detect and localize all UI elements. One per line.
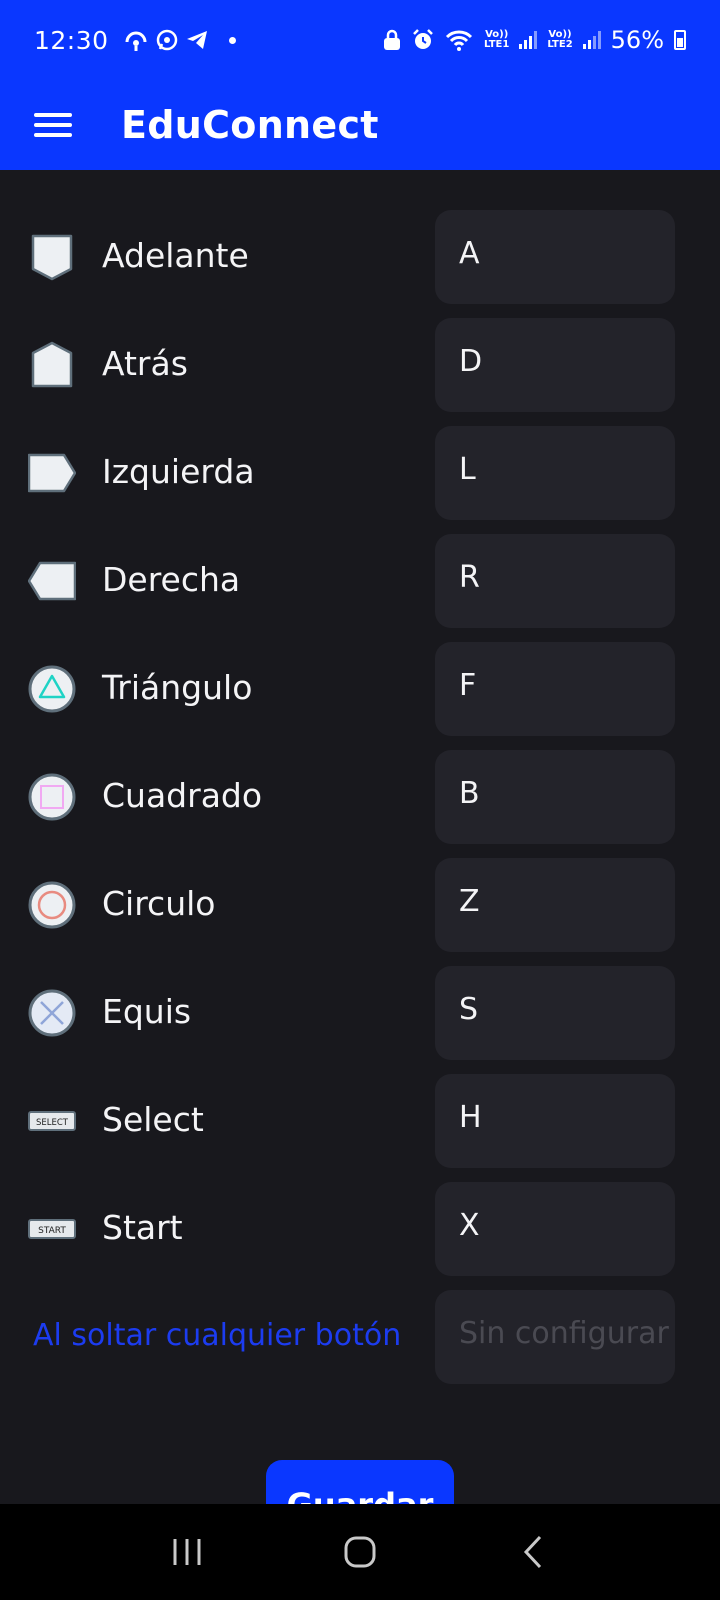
- mapping-row-derecha: Derecha R: [0, 534, 720, 628]
- back-icon[interactable]: [503, 1522, 563, 1582]
- release-label: Al soltar cualquier botón: [33, 1318, 402, 1353]
- select-button-icon: SELECT: [28, 1111, 76, 1131]
- signal-icon-2: [582, 31, 601, 49]
- alarm-icon: [413, 29, 433, 49]
- key-input-cuadrado[interactable]: B: [435, 750, 675, 844]
- mapping-row-cuadrado: Cuadrado B: [0, 750, 720, 844]
- signal-icon: [519, 31, 538, 49]
- dpad-down-icon: [31, 341, 73, 388]
- mapping-label: Izquierda: [102, 452, 255, 491]
- wifi-icon: [445, 30, 473, 51]
- mapping-row-izquierda: Izquierda L: [0, 426, 720, 520]
- dot-icon: [228, 36, 236, 44]
- mapping-row-circulo: Circulo Z: [0, 858, 720, 952]
- mapping-row-triangulo: Triángulo F: [0, 642, 720, 736]
- mapping-label: Triángulo: [102, 668, 253, 707]
- dpad-up-icon: [31, 234, 73, 281]
- recents-icon[interactable]: [157, 1522, 217, 1582]
- mapping-row-adelante: Adelante A: [0, 210, 720, 304]
- mapping-label: Adelante: [102, 236, 249, 275]
- dpad-left-icon: [28, 453, 76, 493]
- lock-icon: [384, 29, 400, 50]
- key-input-izquierda[interactable]: L: [435, 426, 675, 520]
- key-input-equis[interactable]: S: [435, 966, 675, 1060]
- hotspot-icon: [125, 31, 147, 51]
- battery-percentage: 56%: [610, 26, 664, 54]
- mapping-row-atras: Atrás D: [0, 318, 720, 412]
- status-bar: 12:30 Vo)) LTE1 Vo)) LTE2 56%: [0, 0, 720, 80]
- whatsapp-icon: [156, 29, 177, 51]
- mapping-label: Derecha: [102, 560, 241, 599]
- navigation-bar: [0, 1504, 720, 1600]
- mapping-row-select: SELECT Select H: [0, 1074, 720, 1168]
- start-button-icon: START: [28, 1219, 76, 1239]
- mapping-label: Select: [102, 1100, 204, 1139]
- status-time: 12:30: [34, 25, 109, 55]
- cross-button-icon: [28, 989, 76, 1037]
- mapping-label: Start: [102, 1208, 183, 1247]
- release-key-input[interactable]: Sin configurar: [435, 1290, 675, 1384]
- home-icon[interactable]: [330, 1522, 390, 1582]
- svg-text:SELECT: SELECT: [36, 1118, 69, 1128]
- key-input-atras[interactable]: D: [435, 318, 675, 412]
- key-input-select[interactable]: H: [435, 1074, 675, 1168]
- lte2-indicator: Vo)) LTE2: [547, 29, 573, 50]
- key-input-start[interactable]: X: [435, 1182, 675, 1276]
- lte1-indicator: Vo)) LTE1: [484, 29, 510, 50]
- mapping-row-equis: Equis S: [0, 966, 720, 1060]
- mapping-label: Equis: [102, 992, 192, 1031]
- battery-icon: [674, 30, 686, 50]
- app-title: EduConnect: [121, 103, 379, 147]
- key-input-circulo[interactable]: Z: [435, 858, 675, 952]
- triangle-button-icon: [28, 665, 76, 713]
- hamburger-menu-icon[interactable]: [34, 110, 72, 140]
- dpad-right-icon: [28, 561, 76, 601]
- telegram-icon: [186, 31, 207, 49]
- key-input-adelante[interactable]: A: [435, 210, 675, 304]
- svg-text:START: START: [38, 1226, 66, 1236]
- square-button-icon: [28, 773, 76, 821]
- mapping-row-start: START Start X: [0, 1182, 720, 1276]
- key-input-triangulo[interactable]: F: [435, 642, 675, 736]
- mapping-label: Circulo: [102, 884, 216, 923]
- mapping-row-release: Al soltar cualquier botón Sin configurar: [0, 1290, 720, 1384]
- circle-button-icon: [28, 881, 76, 929]
- app-bar: EduConnect: [0, 80, 720, 170]
- mapping-label: Cuadrado: [102, 776, 263, 815]
- mapping-label: Atrás: [102, 344, 188, 383]
- key-input-derecha[interactable]: R: [435, 534, 675, 628]
